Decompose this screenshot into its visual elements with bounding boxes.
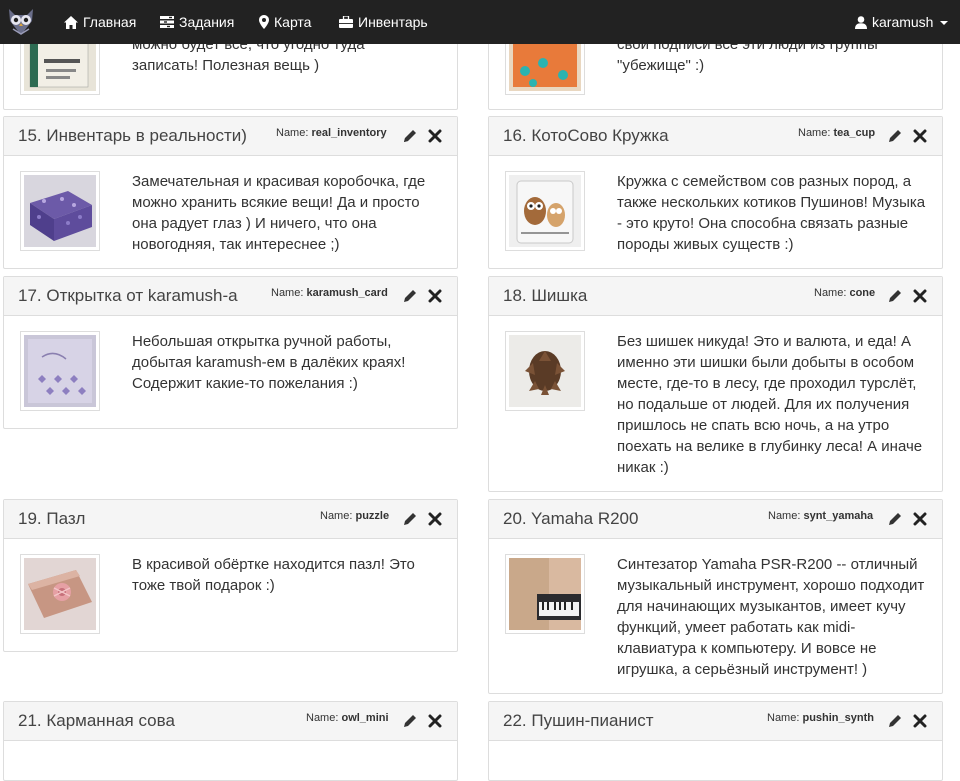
nav-inventory[interactable]: Инвентарь bbox=[339, 0, 428, 44]
nav-map-label: Карта bbox=[274, 14, 312, 30]
briefcase-icon bbox=[339, 16, 353, 28]
item-description: Без шишек никуда! Это и валюта, и еда! А… bbox=[617, 333, 923, 476]
item-card-header: 17. Открытка от karamush-а Name: karamus… bbox=[4, 277, 457, 316]
item-title: 19. Пазл bbox=[18, 509, 86, 528]
item-description: В красивой обёртке находится пазл! Это т… bbox=[132, 556, 415, 594]
user-icon bbox=[855, 15, 867, 29]
logo-owl-icon[interactable] bbox=[6, 5, 36, 37]
nav-tasks[interactable]: Задания bbox=[160, 0, 234, 44]
nav-map[interactable]: Карта bbox=[259, 0, 311, 44]
home-icon bbox=[64, 15, 78, 29]
item-thumbnail[interactable] bbox=[20, 331, 100, 411]
item-card-header: 16. КотоСово Кружка Name: tea_cup bbox=[489, 117, 942, 156]
edit-pencil-icon[interactable] bbox=[402, 511, 418, 527]
edit-pencil-icon[interactable] bbox=[402, 713, 418, 729]
top-navbar: Главная Задания Карта Инвентарь karamush bbox=[0, 0, 960, 44]
item-card-header: 20. Yamaha R200 Name: synt_yamaha bbox=[489, 500, 942, 539]
delete-x-icon[interactable] bbox=[428, 512, 442, 526]
delete-x-icon[interactable] bbox=[428, 289, 442, 303]
item-title: 21. Карманная сова bbox=[18, 711, 175, 730]
item-card: 21. Карманная сова Name: owl_mini bbox=[3, 701, 458, 781]
item-thumbnail[interactable] bbox=[505, 554, 585, 634]
delete-x-icon[interactable] bbox=[913, 289, 927, 303]
item-card-header: 18. Шишка Name: cone bbox=[489, 277, 942, 316]
item-description: Синтезатор Yamaha PSR-R200 -- отличный м… bbox=[617, 556, 925, 678]
item-thumbnail[interactable] bbox=[505, 331, 585, 411]
edit-pencil-icon[interactable] bbox=[887, 511, 903, 527]
delete-x-icon[interactable] bbox=[428, 129, 442, 143]
edit-pencil-icon[interactable] bbox=[402, 128, 418, 144]
item-title: 20. Yamaha R200 bbox=[503, 509, 639, 528]
map-marker-icon bbox=[259, 15, 269, 29]
item-card: 18. Шишка Name: cone Без шишек никуда! Э… bbox=[488, 276, 943, 492]
delete-x-icon[interactable] bbox=[913, 714, 927, 728]
item-card-header: 19. Пазл Name: puzzle bbox=[4, 500, 457, 539]
item-title: 15. Инвентарь в реальности) bbox=[18, 126, 247, 145]
item-code: Name: real_inventory bbox=[276, 127, 387, 139]
nav-tasks-label: Задания bbox=[179, 14, 235, 30]
delete-x-icon[interactable] bbox=[913, 512, 927, 526]
user-menu[interactable]: karamush bbox=[855, 0, 949, 44]
item-card-header: 21. Карманная сова Name: owl_mini bbox=[4, 702, 457, 741]
item-title: 22. Пушин-пианист bbox=[503, 711, 654, 730]
item-code: Name: tea_cup bbox=[798, 127, 876, 139]
item-description: Замечательная и красивая коробочка, где … bbox=[132, 173, 426, 253]
delete-x-icon[interactable] bbox=[913, 129, 927, 143]
edit-pencil-icon[interactable] bbox=[887, 128, 903, 144]
item-thumbnail[interactable] bbox=[505, 171, 585, 251]
item-card: 15. Инвентарь в реальности) Name: real_i… bbox=[3, 116, 458, 269]
item-code: Name: karamush_card bbox=[271, 287, 388, 299]
edit-pencil-icon[interactable] bbox=[887, 288, 903, 304]
item-code: Name: cone bbox=[814, 287, 876, 299]
item-card: 16. КотоСово Кружка Name: tea_cup Кружка… bbox=[488, 116, 943, 269]
edit-pencil-icon[interactable] bbox=[887, 713, 903, 729]
delete-x-icon[interactable] bbox=[428, 714, 442, 728]
item-code: Name: puzzle bbox=[320, 510, 390, 522]
item-title: 18. Шишка bbox=[503, 286, 588, 305]
item-code: Name: pushin_synth bbox=[767, 712, 874, 724]
item-description: Кружка с семейством сов разных пород, а … bbox=[617, 173, 926, 253]
item-thumbnail[interactable] bbox=[20, 171, 100, 251]
item-card: 20. Yamaha R200 Name: synt_yamaha Синтез… bbox=[488, 499, 943, 694]
item-card-header: 15. Инвентарь в реальности) Name: real_i… bbox=[4, 117, 457, 156]
edit-pencil-icon[interactable] bbox=[402, 288, 418, 304]
user-name: karamush bbox=[872, 14, 934, 30]
item-card: 22. Пушин-пианист Name: pushin_synth bbox=[488, 701, 943, 781]
item-card: 17. Открытка от karamush-а Name: karamus… bbox=[3, 276, 458, 429]
item-thumbnail[interactable] bbox=[20, 554, 100, 634]
item-card-header: 22. Пушин-пианист Name: pushin_synth bbox=[489, 702, 942, 741]
nav-home[interactable]: Главная bbox=[64, 0, 136, 44]
item-code: Name: synt_yamaha bbox=[768, 510, 874, 522]
chevron-down-icon bbox=[940, 21, 949, 25]
item-code: Name: owl_mini bbox=[306, 712, 389, 724]
item-description: Небольшая открытка ручной работы, добыта… bbox=[132, 333, 406, 392]
nav-inventory-label: Инвентарь bbox=[358, 14, 428, 30]
item-title: 17. Открытка от karamush-а bbox=[18, 286, 238, 305]
nav-home-label: Главная bbox=[83, 14, 137, 30]
item-card: 19. Пазл Name: puzzle В красивой обёртке… bbox=[3, 499, 458, 652]
item-title: 16. КотоСово Кружка bbox=[503, 126, 669, 145]
tasks-icon bbox=[160, 16, 174, 28]
